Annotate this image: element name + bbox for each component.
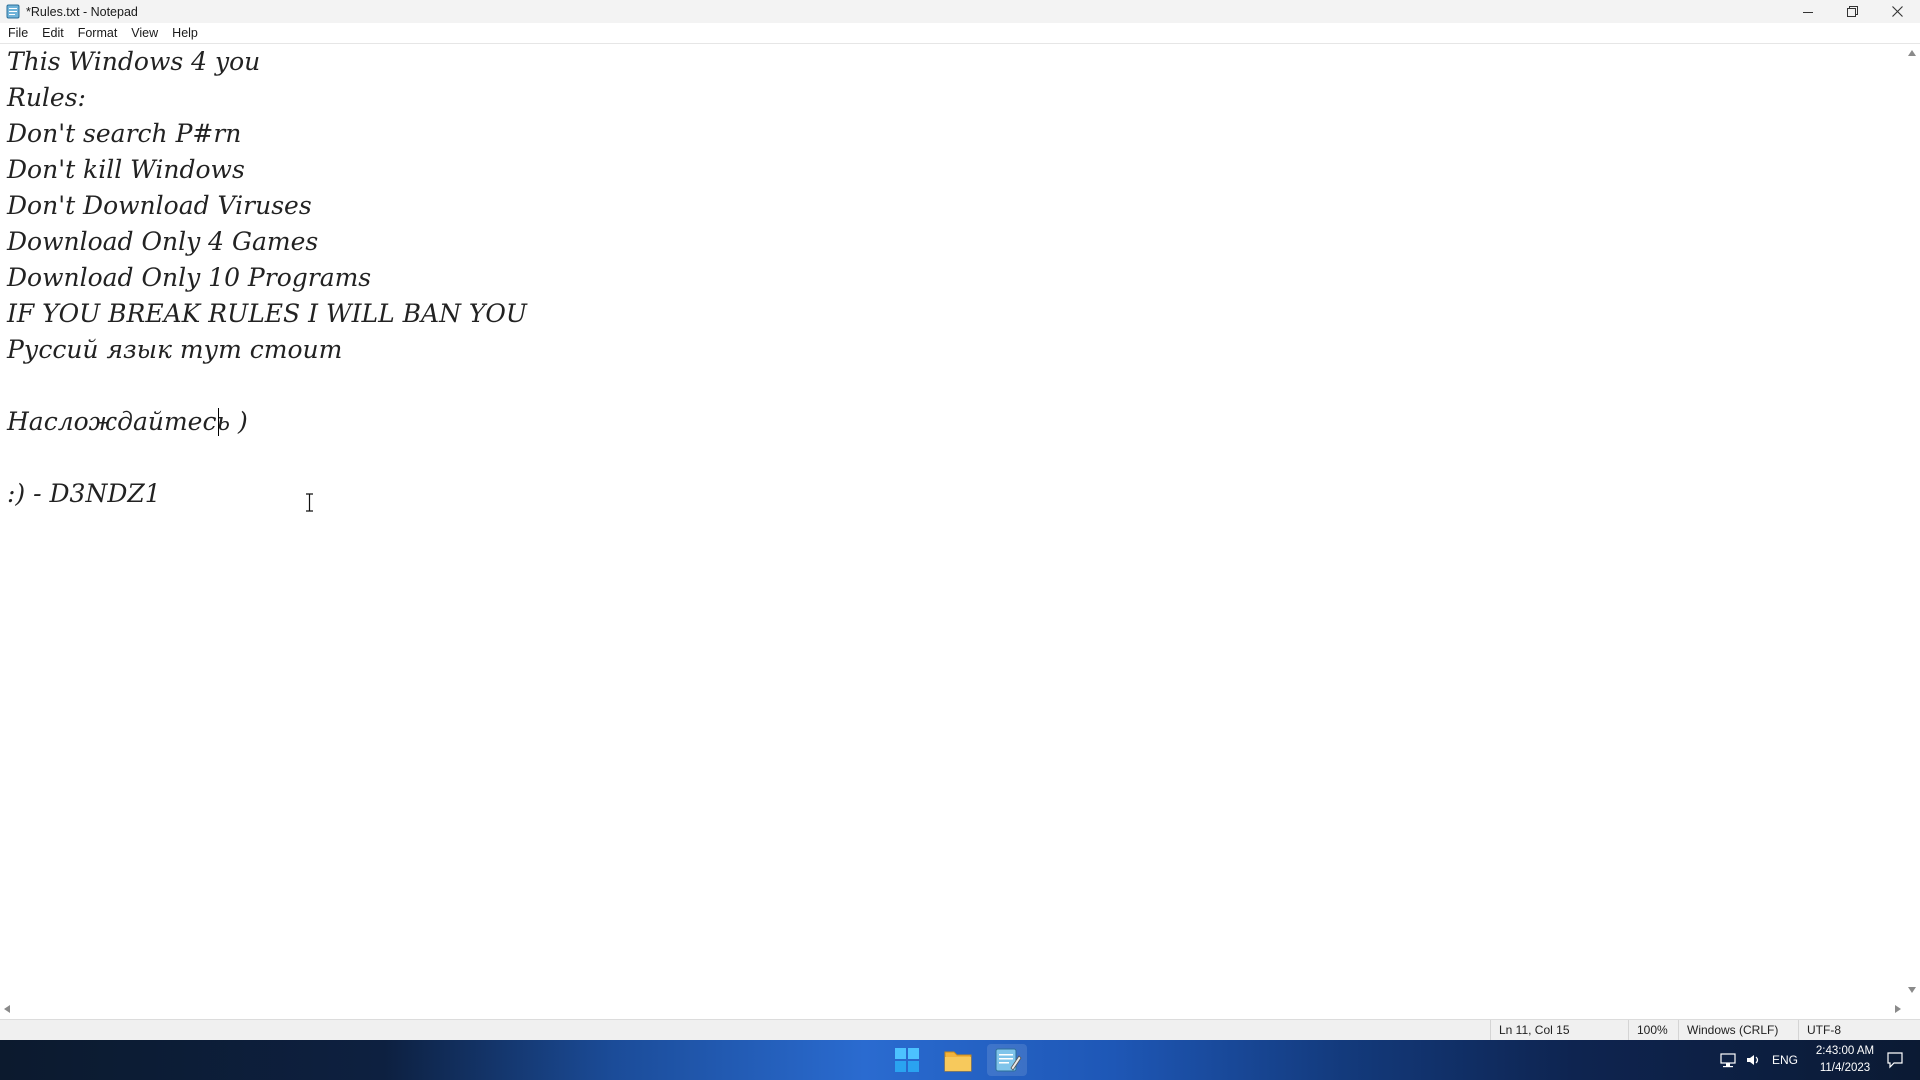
menu-file[interactable]: File	[0, 26, 35, 40]
title-bar: *Rules.txt - Notepad	[0, 0, 1920, 23]
minimize-button[interactable]	[1785, 0, 1830, 23]
file-explorer-icon	[944, 1051, 972, 1072]
editor-line: Don't Download Viruses	[7, 191, 312, 220]
close-icon	[1892, 6, 1903, 17]
start-button[interactable]	[887, 1044, 927, 1076]
menu-format[interactable]: Format	[71, 26, 125, 40]
notepad-icon	[995, 1048, 1022, 1072]
ibeam-cursor-icon	[306, 493, 313, 512]
scroll-right-arrow-icon[interactable]	[1895, 1005, 1901, 1013]
text-editor[interactable]: This Windows 4 you Rules: Don't search P…	[0, 44, 1905, 999]
clock-time: 2:43:00 AM	[1815, 1045, 1875, 1057]
scroll-up-arrow-icon[interactable]	[1908, 50, 1916, 56]
editor-line: This Windows 4 you	[7, 47, 261, 76]
volume-icon[interactable]	[1744, 1050, 1764, 1070]
clock[interactable]: 2:43:00 AM 11/4/2023	[1810, 1043, 1880, 1077]
taskbar: ENG 2:43:00 AM 11/4/2023	[0, 1040, 1920, 1080]
editor-line: Download Only 4 Games	[7, 227, 319, 256]
notification-icon	[1887, 1052, 1903, 1069]
window-title: *Rules.txt - Notepad	[26, 4, 138, 19]
close-button[interactable]	[1875, 0, 1920, 23]
editor-line: :) - D3NDZ1	[7, 479, 161, 508]
language-indicator[interactable]: ENG	[1772, 1053, 1798, 1067]
editor-line: IF YOU BREAK RULES I WILL BAN YOU	[7, 299, 527, 328]
menu-view[interactable]: View	[124, 26, 165, 40]
text-caret	[218, 408, 219, 436]
minimize-icon	[1802, 11, 1813, 13]
scroll-left-arrow-icon[interactable]	[4, 1005, 10, 1013]
restore-button[interactable]	[1830, 0, 1875, 23]
taskbar-notepad[interactable]	[987, 1044, 1027, 1076]
vertical-scrollbar[interactable]	[1905, 44, 1920, 999]
editor-line: Don't search P#rn	[7, 119, 242, 148]
status-bar: Ln 11, Col 15 100% Windows (CRLF) UTF-8	[0, 1019, 1920, 1041]
restore-icon	[1847, 6, 1858, 17]
editor-line: Don't kill Windows	[7, 155, 245, 184]
clock-date: 11/4/2023	[1819, 1062, 1871, 1074]
editor-line: Руссий язык тут стоит	[7, 335, 343, 364]
notepad-app-icon	[6, 4, 20, 19]
system-tray: ENG	[1718, 1040, 1798, 1080]
window-controls	[1785, 0, 1920, 23]
status-line-ending: Windows (CRLF)	[1678, 1020, 1807, 1041]
notification-center-button[interactable]	[1886, 1040, 1904, 1080]
editor-line: Download Only 10 Programs	[7, 263, 372, 292]
status-cursor-position: Ln 11, Col 15	[1490, 1020, 1629, 1041]
status-encoding: UTF-8	[1798, 1020, 1917, 1041]
editor-line: Наслождайтесь )	[7, 407, 248, 436]
start-icon	[895, 1048, 919, 1072]
horizontal-scrollbar[interactable]	[0, 999, 1905, 1019]
menu-help[interactable]: Help	[165, 26, 205, 40]
editor-line: Rules:	[7, 83, 86, 112]
scroll-down-arrow-icon[interactable]	[1908, 987, 1916, 993]
menu-bar: File Edit Format View Help	[0, 23, 1920, 44]
taskbar-file-explorer[interactable]	[938, 1044, 978, 1076]
menu-edit[interactable]: Edit	[35, 26, 71, 40]
network-icon[interactable]	[1718, 1050, 1738, 1070]
